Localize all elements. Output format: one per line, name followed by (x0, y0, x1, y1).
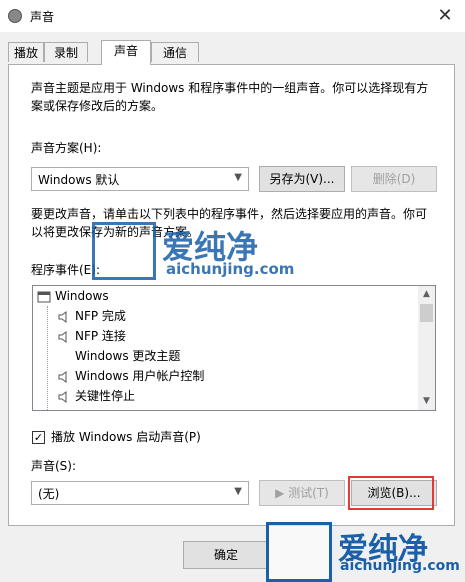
description-text: 声音主题是应用于 Windows 和程序事件中的一组声音。你可以选择现有方案或保… (31, 81, 429, 113)
list-item[interactable]: Windows 更改主题 (75, 346, 180, 366)
browse-highlight-box (348, 476, 434, 510)
sound-label: 声音(S): (31, 459, 77, 473)
tab-playback[interactable]: 播放 (8, 42, 44, 62)
event-label: NFP 连接 (75, 329, 126, 343)
sounds-panel: 声音主题是应用于 Windows 和程序事件中的一组声音。你可以选择现有方案或保… (8, 64, 455, 526)
chevron-down-icon: ▼ (234, 172, 242, 183)
event-label: 关键性停止 (75, 389, 136, 403)
watermark-logo (92, 222, 156, 280)
list-item[interactable]: Windows (37, 286, 109, 306)
tab-communications[interactable]: 通信 (151, 42, 199, 62)
sound-value: (无) (38, 487, 60, 501)
event-label: Windows (55, 289, 109, 303)
startup-sound-label: 播放 Windows 启动声音(P) (51, 430, 201, 444)
tab-sounds[interactable]: 声音 (101, 40, 151, 65)
sound-dropdown[interactable]: (无) ▼ (31, 481, 249, 505)
startup-sound-checkbox[interactable]: ✓ (32, 431, 45, 444)
window-title: 声音 (30, 10, 55, 24)
save-as-button[interactable]: 另存为(V)... (259, 166, 345, 192)
vertical-scrollbar[interactable]: ▲ ▼ (418, 286, 435, 410)
watermark-logo (266, 522, 332, 582)
event-label: Windows 更改主题 (75, 349, 181, 363)
windows-icon (37, 291, 51, 302)
program-events-list[interactable]: Windows NFP 完成 NFP 连接 Windows 更改主题 Windo… (32, 285, 436, 411)
watermark-url: aichunjing.com (166, 260, 295, 278)
events-label: 程序事件(E): (31, 263, 100, 277)
watermark-url: aichunjing.com (340, 558, 460, 574)
test-button[interactable]: ▶ 测试(T) (259, 480, 345, 506)
scheme-label: 声音方案(H): (31, 141, 102, 155)
speaker-icon (58, 370, 67, 383)
speaker-icon (58, 330, 67, 343)
scroll-up-icon[interactable]: ▲ (418, 286, 435, 303)
scroll-thumb[interactable] (420, 304, 433, 322)
scheme-dropdown[interactable]: Windows 默认 ▼ (31, 167, 249, 191)
speaker-app-icon (8, 9, 22, 23)
event-label: Windows 用户帐户控制 (75, 369, 205, 383)
list-item[interactable]: 关键性停止 (57, 386, 135, 406)
delete-button[interactable]: 删除(D) (351, 166, 437, 192)
tab-recording[interactable]: 录制 (44, 42, 88, 62)
chevron-down-icon: ▼ (234, 486, 242, 497)
ok-button[interactable]: 确定 (183, 541, 269, 569)
list-item[interactable]: NFP 连接 (57, 326, 126, 346)
speaker-icon (58, 390, 67, 403)
event-label: NFP 完成 (75, 309, 126, 323)
tree-line (47, 306, 48, 410)
speaker-icon (58, 310, 67, 323)
scheme-value: Windows 默认 (38, 173, 120, 187)
scroll-down-icon[interactable]: ▼ (418, 393, 435, 410)
list-item[interactable]: Windows 用户帐户控制 (57, 366, 204, 386)
close-button[interactable]: ✕ (433, 4, 457, 28)
list-item[interactable]: NFP 完成 (57, 306, 126, 326)
title-bar: 声音 ✕ (0, 0, 465, 32)
